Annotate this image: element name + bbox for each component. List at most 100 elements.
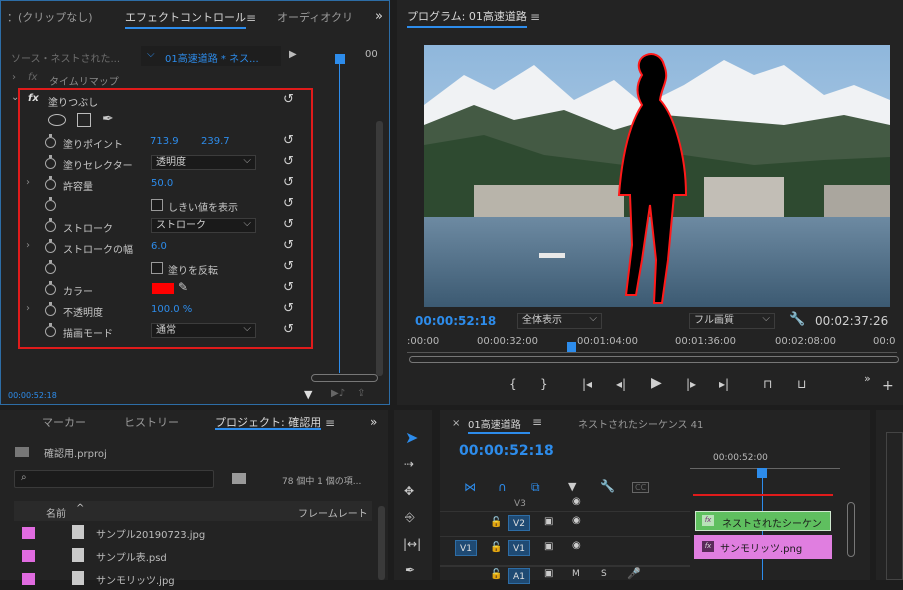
tab-effect-controls[interactable]: エフェクトコントロール xyxy=(125,1,246,35)
tab-history[interactable]: ヒストリー xyxy=(124,410,179,436)
expand-chevron-icon[interactable]: › xyxy=(26,240,30,251)
pen-tool-icon[interactable]: ✒ xyxy=(405,563,415,577)
stopwatch-icon[interactable] xyxy=(45,134,56,148)
reset-icon[interactable]: ↺ xyxy=(283,323,297,337)
add-marker-icon[interactable]: ▼ xyxy=(568,480,576,493)
lift-icon[interactable]: ⊓ xyxy=(763,377,772,391)
eye-icon[interactable]: ◉ xyxy=(572,540,581,551)
ellipse-mask-icon[interactable] xyxy=(48,114,66,126)
reset-icon[interactable]: ↺ xyxy=(283,155,297,169)
overflow-chevron-icon[interactable]: » xyxy=(864,372,871,385)
track-v1[interactable]: V1 🔓 V1 ▣ ◉ xyxy=(440,536,690,560)
stopwatch-icon[interactable] xyxy=(45,239,56,253)
stopwatch-icon[interactable] xyxy=(45,323,56,337)
play-icon[interactable]: ▶ xyxy=(651,375,662,391)
program-ruler-line[interactable] xyxy=(407,352,897,353)
panel-menu-icon[interactable]: ≡ xyxy=(532,415,542,429)
audio-play-icon[interactable]: ▶♪ xyxy=(331,388,345,399)
wrench-icon[interactable]: 🔧 xyxy=(789,312,805,327)
mark-out-icon[interactable]: } xyxy=(540,377,548,391)
step-forward-icon[interactable]: |▸ xyxy=(686,377,696,391)
mark-in-icon[interactable]: { xyxy=(509,377,517,391)
reset-icon[interactable]: ↺ xyxy=(283,218,297,232)
label-color-swatch[interactable] xyxy=(22,573,35,585)
fill-point-x[interactable]: 713.9 xyxy=(150,136,179,147)
list-item[interactable]: サンプル表.psd xyxy=(0,545,388,567)
column-name[interactable]: 名前 xyxy=(46,505,66,520)
program-scrollbar[interactable] xyxy=(409,356,899,363)
list-item[interactable]: サンモリッツ.jpg xyxy=(0,568,388,590)
invert-checkbox[interactable] xyxy=(151,262,163,274)
timeline-tab[interactable]: 01高速道路 xyxy=(468,416,521,431)
clip-nested-sequence[interactable]: fx ネストされたシーケン xyxy=(695,511,831,531)
stopwatch-icon[interactable] xyxy=(45,281,56,295)
track-a1[interactable]: 🔓 A1 ▣ M S 🎤 xyxy=(440,565,690,584)
quality-dropdown[interactable]: フル画質 xyxy=(689,312,775,329)
sort-up-icon[interactable]: ^ xyxy=(76,503,84,514)
fx-icon[interactable]: fx xyxy=(28,93,39,104)
sync-lock-icon[interactable]: ▣ xyxy=(544,541,553,552)
track-v2[interactable]: 🔓 V2 ▣ ◉ xyxy=(440,511,690,535)
expand-chevron-icon[interactable]: › xyxy=(26,303,30,314)
timeline-tab-2[interactable]: ネストされたシーケンス 41 xyxy=(578,416,703,431)
stroke-width-value[interactable]: 6.0 xyxy=(151,241,167,252)
eye-icon[interactable]: ◉ xyxy=(572,496,581,507)
stopwatch-icon[interactable] xyxy=(45,197,56,211)
show-threshold-checkbox[interactable] xyxy=(151,199,163,211)
tab-source-clip[interactable]: ：(クリップなし) xyxy=(7,1,93,35)
go-to-in-icon[interactable]: |◂ xyxy=(582,377,592,391)
linked-selection-icon[interactable]: ⧉ xyxy=(531,480,540,495)
zoom-dropdown[interactable]: 全体表示 xyxy=(517,312,602,329)
column-frame-rate[interactable]: フレームレート xyxy=(298,505,368,520)
tab-menu-icon[interactable]: ≡ xyxy=(246,11,256,25)
track-v3[interactable]: V3 ◉ xyxy=(440,496,690,510)
search-input[interactable]: ⌕ xyxy=(14,470,214,488)
reset-icon[interactable]: ↺ xyxy=(283,197,297,211)
tab-markers[interactable]: マーカー xyxy=(42,410,86,436)
tab-audio-clip[interactable]: オーディオクリ xyxy=(277,1,353,35)
rectangle-mask-icon[interactable] xyxy=(77,113,91,127)
overflow-chevron-icon[interactable]: » xyxy=(375,9,383,24)
magnet-icon[interactable]: ∩ xyxy=(498,480,507,494)
reset-icon[interactable]: ↺ xyxy=(283,302,297,316)
collapse-chevron-icon[interactable]: ⌄ xyxy=(11,92,19,103)
eye-icon[interactable]: ◉ xyxy=(572,515,581,526)
timeline-vertical-scrollbar[interactable] xyxy=(847,502,855,557)
blend-mode-dropdown[interactable]: 通常 xyxy=(151,322,256,338)
source-patch-v1[interactable]: V1 xyxy=(455,540,477,556)
overflow-chevron-icon[interactable]: » xyxy=(370,415,377,429)
reset-icon[interactable]: ↺ xyxy=(283,93,297,107)
microphone-icon[interactable]: 🎤 xyxy=(627,567,641,580)
fill-effect-row[interactable]: ⌄ fx 塗りつぶし ↺ xyxy=(1,91,301,110)
stopwatch-icon[interactable] xyxy=(45,260,56,274)
work-area-bar[interactable] xyxy=(693,494,833,496)
track-label-v1[interactable]: V1 xyxy=(508,540,530,556)
captions-icon[interactable]: CC xyxy=(632,482,650,493)
solo-icon[interactable]: S xyxy=(601,569,607,579)
tolerance-value[interactable]: 50.0 xyxy=(151,178,173,189)
expand-chevron-icon[interactable]: › xyxy=(26,177,30,188)
slip-tool-icon[interactable]: |↔| xyxy=(403,537,421,551)
settings-wrench-icon[interactable]: 🔧 xyxy=(600,479,615,493)
eyedropper-icon[interactable]: ✎ xyxy=(178,280,188,294)
fill-point-y[interactable]: 239.7 xyxy=(201,136,230,147)
color-swatch[interactable] xyxy=(152,283,174,294)
sync-lock-icon[interactable]: ▣ xyxy=(544,516,553,527)
track-label-a1[interactable]: A1 xyxy=(508,568,530,584)
zoom-scrollbar[interactable] xyxy=(311,374,378,382)
sequence-dropdown[interactable]: ⌵ 01高速道路 * ネス... xyxy=(141,46,281,66)
export-icon[interactable]: ⇪ xyxy=(357,388,365,399)
lock-icon[interactable]: 🔓 xyxy=(490,542,502,553)
reset-icon[interactable]: ↺ xyxy=(283,260,297,274)
reset-icon[interactable]: ↺ xyxy=(283,176,297,190)
track-label-v2[interactable]: V2 xyxy=(508,515,530,531)
selection-tool-icon[interactable]: ➤ xyxy=(405,428,418,447)
stopwatch-icon[interactable] xyxy=(45,218,56,232)
stopwatch-icon[interactable] xyxy=(45,155,56,169)
stroke-dropdown[interactable]: ストローク xyxy=(151,217,256,233)
panel-menu-icon[interactable]: ≡ xyxy=(325,416,335,430)
track-select-tool-icon[interactable]: ⇢ xyxy=(404,457,414,471)
label-color-swatch[interactable] xyxy=(22,550,35,562)
list-item[interactable]: サンプル20190723.jpg xyxy=(0,522,388,544)
lock-icon[interactable]: 🔓 xyxy=(490,569,502,580)
